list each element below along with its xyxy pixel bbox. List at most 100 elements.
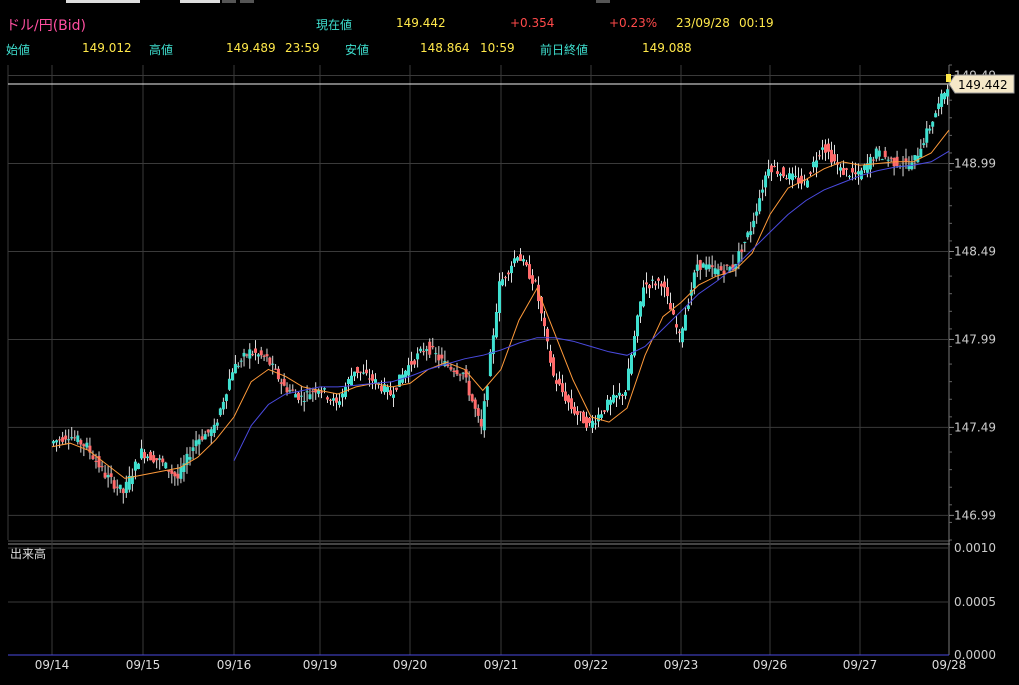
- tab-stub[interactable]: [596, 0, 610, 3]
- candle-body: [588, 417, 591, 423]
- candle-body: [176, 473, 180, 479]
- candle-body: [642, 287, 645, 307]
- candle-body: [497, 281, 501, 313]
- candle-body: [549, 350, 552, 363]
- candle-body: [191, 447, 195, 452]
- tab-stub[interactable]: [222, 0, 236, 3]
- candle-body: [794, 175, 797, 177]
- candle-body: [701, 263, 705, 268]
- candle-body: [112, 480, 116, 489]
- candle-body: [558, 378, 561, 385]
- candle-body: [833, 154, 836, 162]
- candle-body: [248, 349, 252, 359]
- candle-body: [173, 472, 177, 477]
- candle-body: [422, 351, 426, 353]
- prev-close-label: 前日終値: [540, 43, 589, 57]
- candle-body: [657, 278, 660, 281]
- candle-body: [268, 357, 272, 365]
- candle-body: [285, 387, 289, 393]
- candle-body: [161, 458, 165, 463]
- candle-body: [461, 372, 465, 374]
- candle-body: [686, 305, 690, 309]
- candle-body: [371, 374, 374, 381]
- candle-body: [612, 394, 615, 403]
- candle-body: [356, 366, 359, 374]
- candle-body: [683, 314, 687, 331]
- candle-body: [546, 328, 549, 342]
- candle-body: [332, 398, 335, 401]
- candle-body: [236, 365, 240, 367]
- candle-body: [256, 354, 260, 357]
- candle-body: [320, 391, 323, 393]
- low-time: 10:59: [480, 41, 515, 55]
- candle-body: [476, 408, 480, 416]
- candle-body: [871, 159, 875, 161]
- candle-body: [440, 354, 444, 359]
- candle-body: [179, 467, 183, 479]
- candle-body: [782, 167, 785, 177]
- chart-canvas[interactable]: 149.49148.99148.49147.99147.49146.990.00…: [0, 0, 1019, 685]
- candle-body: [946, 89, 950, 97]
- candle-body: [874, 148, 878, 159]
- x-tick-label: 09/19: [303, 658, 338, 672]
- change-percent: +0.23%: [609, 16, 658, 30]
- candle-body: [755, 211, 759, 216]
- candle-body: [64, 435, 68, 440]
- candle-body: [194, 440, 198, 447]
- candle-body: [73, 437, 77, 439]
- candle-body: [158, 458, 162, 460]
- candle-body: [761, 189, 765, 193]
- candle-body: [767, 169, 771, 176]
- candle-body: [591, 420, 594, 428]
- candle-body: [479, 418, 483, 427]
- candle-body: [215, 422, 219, 426]
- candle-body: [279, 382, 283, 384]
- candle-body: [302, 400, 306, 402]
- candle-body: [710, 265, 714, 268]
- candle-body: [94, 460, 98, 462]
- candle-body: [326, 397, 329, 400]
- candle-body: [410, 361, 414, 365]
- candle-body: [335, 397, 338, 403]
- tab-stub[interactable]: [66, 0, 140, 3]
- candle-body: [488, 351, 492, 377]
- tab-stub[interactable]: [240, 0, 254, 3]
- candle-body: [943, 92, 947, 100]
- candle-body: [79, 440, 83, 445]
- candle-body: [886, 159, 890, 161]
- candle-body: [389, 390, 392, 396]
- candle-body: [809, 172, 812, 174]
- candle-body: [254, 348, 257, 353]
- candle-body: [416, 353, 420, 360]
- candle-body: [528, 264, 531, 279]
- candle-body: [274, 368, 278, 370]
- current-price-tag-label: 149.442: [958, 78, 1008, 92]
- candle-body: [230, 372, 234, 381]
- candle-body: [880, 159, 884, 161]
- candle-body: [58, 439, 62, 441]
- candle-body: [746, 232, 750, 238]
- candle-body: [654, 283, 657, 286]
- candle-body: [188, 457, 192, 460]
- volume-y-tick-label: 0.0005: [954, 595, 996, 609]
- candle-body: [779, 174, 782, 176]
- candle-body: [233, 364, 237, 374]
- candle-body: [70, 437, 74, 439]
- candle-body: [519, 254, 522, 261]
- candle-body: [889, 157, 893, 159]
- candle-body: [621, 394, 624, 396]
- candle-body: [883, 150, 887, 158]
- candle-body: [594, 423, 597, 425]
- candle-body: [118, 484, 122, 490]
- candle-body: [221, 401, 225, 410]
- candle-body: [245, 354, 249, 356]
- candle-body: [206, 429, 210, 433]
- high-label: 高値: [149, 43, 174, 57]
- candle-body: [555, 380, 558, 384]
- candle-body: [386, 386, 389, 393]
- candle-body: [152, 455, 156, 463]
- tab-stub[interactable]: [180, 0, 220, 3]
- candle-body: [200, 436, 204, 440]
- candle-body: [365, 369, 368, 374]
- last-candle-marker: [946, 74, 951, 82]
